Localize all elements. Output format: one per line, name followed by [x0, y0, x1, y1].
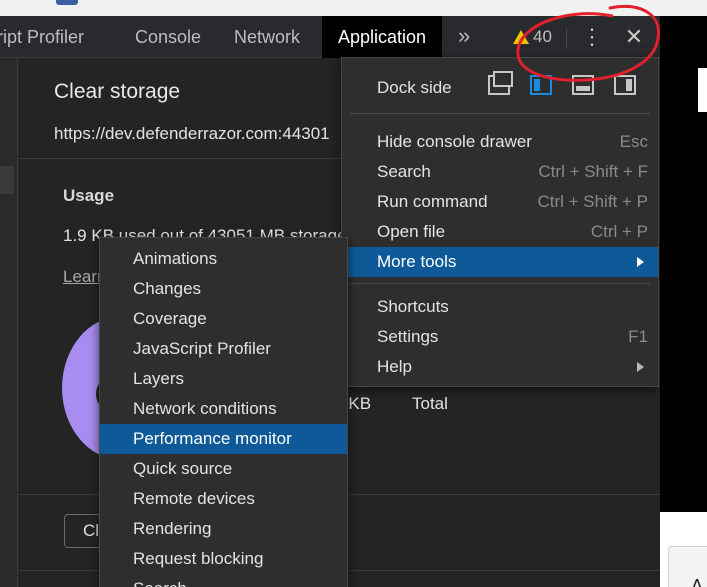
- menu-separator: [350, 283, 650, 284]
- submenu-item-label: Search: [133, 574, 187, 587]
- submenu-item-label: Request blocking: [133, 549, 264, 568]
- usage-legend-label: Total: [412, 394, 448, 413]
- devtools-tabbar: ript Profiler Console Network Applicatio…: [0, 16, 660, 58]
- submenu-item-label: Changes: [133, 279, 202, 298]
- menu-item-label: Open file: [377, 222, 446, 241]
- double-chevron-right-icon[interactable]: »: [458, 16, 470, 58]
- submenu-item-search[interactable]: Search: [100, 574, 347, 587]
- menu-item-help[interactable]: Help: [342, 352, 658, 382]
- submenu-item-rendering[interactable]: Rendering: [100, 514, 347, 544]
- usage-heading: Usage: [63, 186, 115, 205]
- menu-item-open-file[interactable]: Open file Ctrl + P: [342, 217, 658, 247]
- menu-item-hide-console-drawer[interactable]: Hide console drawer Esc: [342, 127, 658, 157]
- page-title: Clear storage: [54, 80, 181, 103]
- submenu-item-remote-devices[interactable]: Remote devices: [100, 484, 347, 514]
- submenu-item-javascript-profiler[interactable]: JavaScript Profiler: [100, 334, 347, 364]
- menu-item-label: Hide console drawer: [377, 132, 532, 151]
- submenu-item-label: Remote devices: [133, 489, 255, 508]
- dock-left-icon[interactable]: [530, 75, 552, 95]
- submenu-item-request-blocking[interactable]: Request blocking: [100, 544, 347, 574]
- learn-more-link[interactable]: Learn more: [63, 267, 103, 287]
- menu-item-shortcut: Esc: [619, 132, 648, 151]
- menu-item-label: Settings: [377, 327, 439, 346]
- menu-item-label: Help: [377, 357, 412, 376]
- menu-item-search[interactable]: Search Ctrl + Shift + F: [342, 157, 658, 187]
- kebab-menu-icon[interactable]: ⋮: [580, 16, 604, 58]
- customize-devtools-menu: Dock side Hide console drawer Esc Search…: [341, 57, 659, 387]
- menu-item-shortcuts[interactable]: Shortcuts: [342, 292, 658, 322]
- warnings-indicator[interactable]: 40: [513, 16, 552, 58]
- browser-top-strip: [0, 0, 707, 16]
- menu-item-shortcut: F1: [628, 327, 648, 346]
- menu-item-label: Run command: [377, 192, 488, 211]
- menu-item-shortcut: Ctrl + P: [590, 222, 648, 241]
- submenu-item-label: JavaScript Profiler: [133, 339, 271, 358]
- submenu-item-label: Quick source: [133, 459, 233, 478]
- submenu-item-label: Performance monitor: [133, 429, 292, 448]
- tab-network[interactable]: Network: [234, 16, 300, 58]
- menu-item-run-command[interactable]: Run command Ctrl + Shift + P: [342, 187, 658, 217]
- tab-console[interactable]: Console: [135, 16, 201, 58]
- submenu-item-quick-source[interactable]: Quick source: [100, 454, 347, 484]
- submenu-item-performance-monitor[interactable]: Performance monitor: [100, 424, 347, 454]
- menu-item-label: Search: [377, 162, 431, 181]
- menu-item-shortcut: Ctrl + Shift + F: [538, 162, 648, 181]
- submenu-item-network-conditions[interactable]: Network conditions: [100, 394, 347, 424]
- dock-right-icon[interactable]: [614, 75, 636, 95]
- submenu-item-animations[interactable]: Animations: [100, 244, 347, 274]
- submenu-arrow-icon: [637, 362, 644, 372]
- menu-item-shortcut: Ctrl + Shift + P: [537, 192, 648, 211]
- page-button[interactable]: A: [668, 546, 707, 587]
- submenu-item-label: Animations: [133, 249, 218, 268]
- dock-bottom-icon[interactable]: [572, 75, 594, 95]
- undock-icon[interactable]: [488, 71, 513, 95]
- close-icon[interactable]: ✕: [620, 16, 648, 58]
- warning-count: 40: [533, 27, 552, 46]
- origin-url: https://dev.defenderrazor.com:44301: [54, 124, 330, 143]
- page-glyph-fragment: [698, 68, 707, 112]
- tab-application[interactable]: Application: [322, 16, 443, 58]
- submenu-item-label: Coverage: [133, 309, 207, 328]
- submenu-item-changes[interactable]: Changes: [100, 274, 347, 304]
- menu-item-label: More tools: [377, 252, 457, 271]
- menu-item-more-tools[interactable]: More tools: [342, 247, 658, 277]
- menu-item-settings[interactable]: Settings F1: [342, 322, 658, 352]
- submenu-item-layers[interactable]: Layers: [100, 364, 347, 394]
- warning-icon: [513, 30, 529, 44]
- dock-side-options: [488, 71, 636, 97]
- application-sidebar-edge: [0, 58, 18, 587]
- menu-separator: [350, 113, 650, 114]
- submenu-item-coverage[interactable]: Coverage: [100, 304, 347, 334]
- sidebar-selected-item[interactable]: [0, 166, 14, 194]
- submenu-arrow-icon: [637, 257, 644, 267]
- submenu-item-label: Network conditions: [133, 399, 277, 418]
- more-tools-submenu: Animations Changes Coverage JavaScript P…: [99, 237, 348, 587]
- tab-javascript-profiler[interactable]: ript Profiler: [0, 16, 84, 58]
- webpage-footer: A: [660, 512, 707, 587]
- toolbar-divider: [566, 28, 567, 48]
- submenu-item-label: Rendering: [133, 519, 212, 538]
- browser-tab-fragment: [56, 0, 78, 5]
- submenu-item-label: Layers: [133, 369, 185, 388]
- webpage-area: [660, 16, 707, 512]
- dock-side-label: Dock side: [377, 78, 452, 97]
- menu-item-label: Shortcuts: [377, 297, 449, 316]
